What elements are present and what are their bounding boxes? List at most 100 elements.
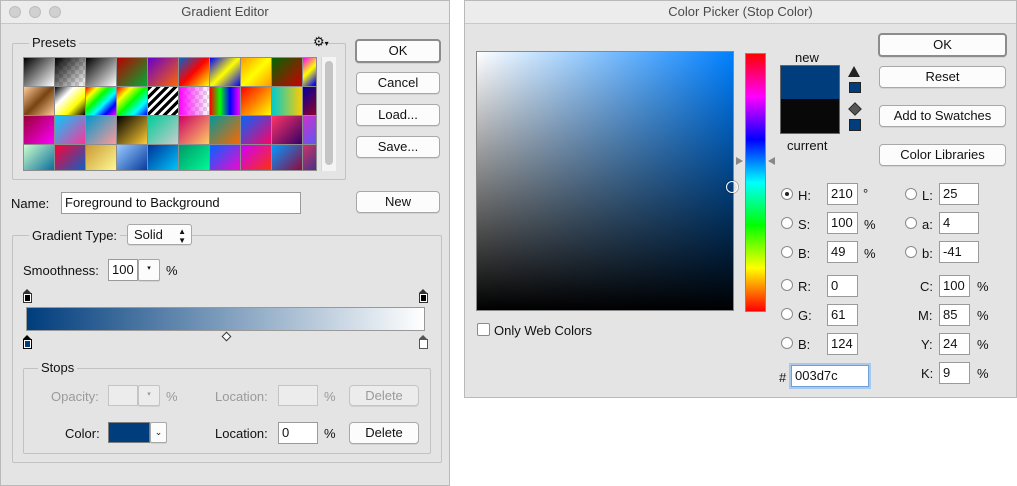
preset-gradient-tile[interactable] xyxy=(24,87,55,116)
blue-input[interactable]: 124 xyxy=(827,333,858,355)
preset-gradient-tile[interactable] xyxy=(148,58,179,87)
preset-gradient-tile[interactable] xyxy=(241,116,272,145)
preset-gradient-tile[interactable] xyxy=(86,87,117,116)
opacity-location-input[interactable] xyxy=(278,385,318,406)
preset-gradient-tile[interactable] xyxy=(117,116,148,145)
lab-l-input[interactable]: 25 xyxy=(939,183,979,205)
yellow-input[interactable]: 24 xyxy=(939,333,970,355)
hue-radio[interactable] xyxy=(781,188,793,200)
zoom-window-icon[interactable] xyxy=(49,6,61,18)
ok-button[interactable]: OK xyxy=(355,39,441,63)
presets-grid[interactable] xyxy=(23,57,317,171)
preset-gradient-tile[interactable] xyxy=(86,116,117,145)
preset-gradient-tile[interactable] xyxy=(303,87,316,116)
saturation-radio[interactable] xyxy=(781,217,793,229)
save-button[interactable]: Save... xyxy=(356,136,440,158)
preset-gradient-tile[interactable] xyxy=(24,116,55,145)
green-input[interactable]: 61 xyxy=(827,304,858,326)
hue-slider-right-arrow-icon[interactable] xyxy=(768,157,775,165)
brightness-radio[interactable] xyxy=(781,246,793,258)
preset-gradient-tile[interactable] xyxy=(55,116,86,145)
preset-gradient-tile[interactable] xyxy=(303,116,316,145)
lab-a-input[interactable]: 4 xyxy=(939,212,979,234)
color-delete-button[interactable]: Delete xyxy=(349,422,419,444)
preset-gradient-tile[interactable] xyxy=(55,145,86,170)
only-web-colors-checkbox[interactable] xyxy=(477,323,490,336)
new-button[interactable]: New xyxy=(356,191,440,213)
opacity-stop-left[interactable] xyxy=(23,289,32,303)
gradient-name-input[interactable]: Foreground to Background xyxy=(61,192,301,214)
picker-ok-button[interactable]: OK xyxy=(878,33,1007,57)
preset-gradient-tile[interactable] xyxy=(24,58,55,87)
hue-slider-left-arrow-icon[interactable] xyxy=(736,157,743,165)
opacity-dropdown-icon[interactable]: ▾ xyxy=(138,385,160,406)
color-location-input[interactable]: 0 xyxy=(278,422,318,444)
red-input[interactable]: 0 xyxy=(827,275,858,297)
black-input[interactable]: 9 xyxy=(939,362,970,384)
saturation-input[interactable]: 100 xyxy=(827,212,858,234)
smoothness-dropdown-icon[interactable]: ▾ xyxy=(138,259,160,281)
preset-gradient-tile[interactable] xyxy=(24,145,55,170)
preset-gradient-tile[interactable] xyxy=(210,145,241,170)
preset-gradient-tile[interactable] xyxy=(303,58,316,87)
opacity-delete-button[interactable]: Delete xyxy=(349,385,419,406)
preset-gradient-tile[interactable] xyxy=(210,87,241,116)
current-color-swatch[interactable] xyxy=(780,99,840,134)
preset-gradient-tile[interactable] xyxy=(210,116,241,145)
hue-input[interactable]: 210 xyxy=(827,183,858,205)
close-window-icon[interactable] xyxy=(9,6,21,18)
magenta-input[interactable]: 85 xyxy=(939,304,970,326)
add-to-swatches-button[interactable]: Add to Swatches xyxy=(879,105,1006,127)
presets-scroll-thumb[interactable] xyxy=(325,61,333,165)
gamut-warning-icon[interactable] xyxy=(848,66,860,77)
preset-gradient-tile[interactable] xyxy=(117,87,148,116)
cancel-button[interactable]: Cancel xyxy=(356,72,440,94)
preset-gradient-tile[interactable] xyxy=(55,58,86,87)
preset-gradient-tile[interactable] xyxy=(148,116,179,145)
preset-gradient-tile[interactable] xyxy=(117,58,148,87)
color-dropdown-icon[interactable]: ⌄ xyxy=(150,422,167,443)
gamut-warning-swatch[interactable] xyxy=(849,82,861,93)
color-stop-left[interactable] xyxy=(23,335,32,349)
preset-gradient-tile[interactable] xyxy=(148,87,179,116)
red-radio[interactable] xyxy=(781,279,793,291)
preset-gradient-tile[interactable] xyxy=(179,116,210,145)
preset-gradient-tile[interactable] xyxy=(179,145,210,170)
presets-scrollbar[interactable] xyxy=(321,57,336,171)
hue-slider[interactable] xyxy=(745,53,766,312)
brightness-input[interactable]: 49 xyxy=(827,241,858,263)
preset-gradient-tile[interactable] xyxy=(241,58,272,87)
green-radio[interactable] xyxy=(781,308,793,320)
gradient-type-select[interactable]: Solid ▲ ▼ xyxy=(127,224,192,245)
blue-radio[interactable] xyxy=(781,337,793,349)
cyan-input[interactable]: 100 xyxy=(939,275,970,297)
lab-l-radio[interactable] xyxy=(905,188,917,200)
preset-gradient-tile[interactable] xyxy=(241,145,272,170)
opacity-stop-right[interactable] xyxy=(419,289,428,303)
lab-b-radio[interactable] xyxy=(905,246,917,258)
opacity-input[interactable] xyxy=(108,385,138,406)
color-field-selector-icon[interactable] xyxy=(726,181,738,193)
reset-button[interactable]: Reset xyxy=(879,66,1006,88)
preset-gradient-tile[interactable] xyxy=(55,87,86,116)
preset-gradient-tile[interactable] xyxy=(86,58,117,87)
hex-input[interactable]: 003d7c xyxy=(791,365,869,387)
stop-color-swatch[interactable] xyxy=(108,422,150,443)
preset-gradient-tile[interactable] xyxy=(148,145,179,170)
preset-gradient-tile[interactable] xyxy=(272,87,303,116)
preset-gradient-tile[interactable] xyxy=(210,58,241,87)
web-safe-cube-icon[interactable] xyxy=(848,102,862,116)
preset-gradient-tile[interactable] xyxy=(272,58,303,87)
gradient-preview-bar[interactable] xyxy=(26,307,425,331)
minimize-window-icon[interactable] xyxy=(29,6,41,18)
web-safe-swatch[interactable] xyxy=(849,119,861,131)
load-button[interactable]: Load... xyxy=(356,104,440,126)
preset-gradient-tile[interactable] xyxy=(241,87,272,116)
preset-gradient-tile[interactable] xyxy=(303,145,316,170)
color-stop-right[interactable] xyxy=(419,335,428,349)
lab-a-radio[interactable] xyxy=(905,217,917,229)
preset-gradient-tile[interactable] xyxy=(86,145,117,170)
color-libraries-button[interactable]: Color Libraries xyxy=(879,144,1006,166)
color-field[interactable] xyxy=(476,51,734,311)
presets-gear-icon[interactable]: ⚙▾ xyxy=(313,34,329,50)
